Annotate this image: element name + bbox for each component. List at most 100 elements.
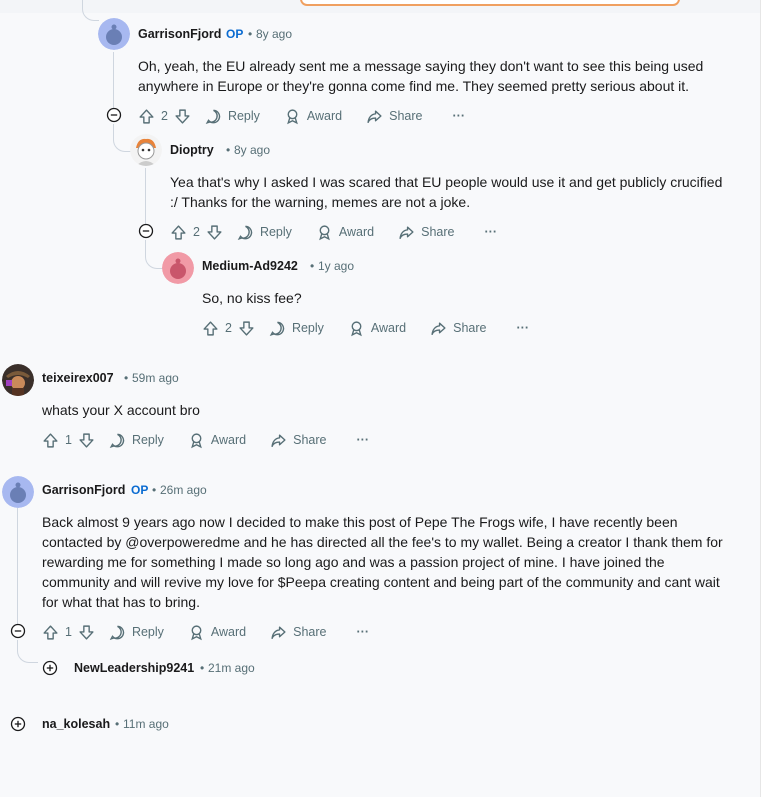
share-label: Share [293, 433, 327, 447]
award-button[interactable]: Award [316, 224, 374, 241]
comment-bubble-icon [237, 225, 253, 240]
share-label: Share [389, 109, 423, 123]
award-button[interactable]: Award [284, 108, 342, 125]
downvote-icon[interactable] [78, 624, 95, 641]
avatar[interactable] [2, 476, 34, 508]
share-button[interactable]: Share [398, 224, 455, 241]
award-button[interactable]: Award [348, 320, 406, 337]
award-icon [191, 432, 202, 448]
comment-author[interactable]: Medium-Ad9242 [202, 259, 298, 273]
share-label: Share [293, 625, 327, 639]
thread-line [17, 508, 18, 624]
comment-time[interactable]: 8y ago [256, 27, 292, 41]
award-label: Award [210, 625, 247, 639]
comment-time[interactable]: 26m ago [160, 483, 207, 497]
vote-count: 2 [193, 225, 200, 239]
comment-time[interactable]: 21m ago [208, 661, 255, 675]
thread-connector [17, 640, 38, 663]
vote-group: 1 [42, 432, 95, 449]
share-button[interactable]: Share [270, 432, 327, 449]
share-button[interactable]: Share [366, 108, 423, 125]
vote-count: 1 [65, 433, 72, 447]
comment-bubble-icon [269, 321, 285, 336]
reply-button[interactable]: Reply [269, 320, 324, 337]
thread-connector [145, 240, 163, 269]
meta-dot: • [124, 371, 129, 385]
share-icon [271, 625, 286, 639]
search-bar-edge[interactable] [300, 0, 680, 6]
comment-body: Yea that's why I asked I was scared that… [170, 174, 723, 210]
more-options-icon[interactable]: ··· [453, 109, 466, 123]
downvote-icon[interactable] [206, 224, 223, 241]
vote-count: 1 [65, 625, 72, 639]
upvote-icon[interactable] [202, 320, 219, 337]
scrollbar[interactable] [760, 0, 777, 797]
reply-button[interactable]: Reply [109, 432, 164, 449]
thread-connector [113, 124, 131, 152]
more-options-icon[interactable]: ··· [485, 225, 498, 239]
comment-body: So, no kiss fee? [202, 290, 302, 306]
snoo-avatar-icon [98, 18, 130, 50]
collapse-icon[interactable] [138, 223, 154, 242]
share-button[interactable]: Share [270, 624, 327, 641]
more-options-icon[interactable]: ··· [517, 321, 530, 335]
downvote-icon[interactable] [78, 432, 95, 449]
comment-bubble-icon [109, 433, 125, 448]
award-button[interactable]: Award [188, 432, 246, 449]
comment-body: Back almost 9 years ago now I decided to… [42, 514, 723, 610]
upvote-icon[interactable] [42, 432, 59, 449]
reply-button[interactable]: Reply [205, 108, 260, 125]
upvote-icon[interactable] [138, 108, 155, 125]
thread-line [113, 52, 114, 112]
avatar[interactable] [130, 134, 162, 166]
share-icon [367, 109, 382, 123]
comment-time[interactable]: 1y ago [318, 259, 354, 273]
collapse-icon[interactable] [106, 107, 122, 126]
vote-count: 2 [161, 109, 168, 123]
award-button[interactable]: Award [188, 624, 246, 641]
op-badge: OP [226, 27, 244, 41]
more-options-icon[interactable]: ··· [357, 625, 370, 639]
op-badge: OP [131, 483, 149, 497]
award-icon [319, 224, 330, 240]
award-label: Award [306, 109, 343, 123]
reply-button[interactable]: Reply [109, 624, 164, 641]
award-label: Award [338, 225, 375, 239]
comment-time[interactable]: 8y ago [234, 143, 270, 157]
comment-time[interactable]: 59m ago [132, 371, 179, 385]
meta-dot: • [200, 661, 205, 675]
award-icon [351, 320, 362, 336]
downvote-icon[interactable] [238, 320, 255, 337]
expand-icon[interactable] [42, 660, 58, 681]
meta-dot: • [152, 483, 157, 497]
comment-bubble-icon [109, 625, 125, 640]
avatar[interactable] [98, 18, 130, 50]
reply-label: Reply [259, 225, 292, 239]
meta-dot: • [310, 259, 315, 273]
comment-time[interactable]: 11m ago [123, 717, 169, 731]
reply-button[interactable]: Reply [237, 224, 292, 241]
comment-author[interactable]: GarrisonFjord [138, 27, 221, 41]
comment-author[interactable]: NewLeadership9241 [74, 661, 194, 675]
comment-actions: 1 Reply Award Share ··· [10, 622, 369, 642]
avatar[interactable] [162, 252, 194, 284]
share-button[interactable]: Share [430, 320, 487, 337]
reply-label: Reply [131, 433, 164, 447]
expand-icon[interactable] [10, 716, 26, 737]
comment-author[interactable]: Dioptry [170, 143, 214, 157]
avatar[interactable] [2, 364, 34, 396]
upvote-icon[interactable] [42, 624, 59, 641]
thread-line [145, 168, 146, 226]
more-options-icon[interactable]: ··· [357, 433, 370, 447]
award-icon [191, 624, 202, 640]
downvote-icon[interactable] [174, 108, 191, 125]
vote-count: 2 [225, 321, 232, 335]
comment-author[interactable]: GarrisonFjord [42, 483, 125, 497]
comment-actions: 2 Reply Award Share ··· [138, 222, 497, 242]
comment-author[interactable]: na_kolesah [42, 717, 110, 731]
upvote-icon[interactable] [170, 224, 187, 241]
vote-group: 2 [170, 224, 223, 241]
collapse-icon[interactable] [10, 623, 26, 642]
meta-dot: • [226, 143, 231, 157]
comment-author[interactable]: teixeirex007 [42, 371, 114, 385]
